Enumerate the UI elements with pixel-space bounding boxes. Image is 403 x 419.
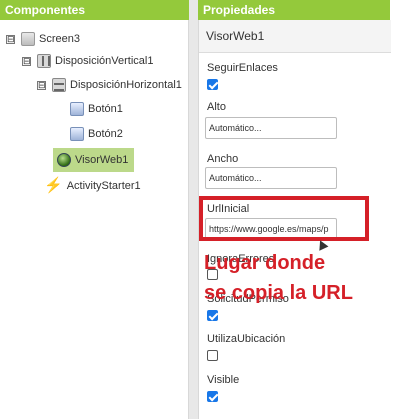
- tree-node-visorweb1-selected[interactable]: VisorWeb1: [53, 148, 135, 172]
- screen-icon: [21, 32, 35, 46]
- tree-node-activity-starter1[interactable]: ⚡ ActivityStarter1: [44, 177, 141, 195]
- panel-divider: [189, 0, 198, 419]
- annotation-line-2: se copia la URL: [204, 282, 353, 304]
- tree-node-boton1[interactable]: Botón1: [70, 100, 123, 118]
- button-icon: [70, 102, 84, 116]
- tree-node-disposicion-horizontal1[interactable]: ⊟ DisposiciónHorizontal1: [37, 76, 182, 94]
- seguir-enlaces-checkbox[interactable]: [207, 79, 218, 90]
- components-panel: ⊟ Screen3 ⊟ DisposiciónVertical1 ⊟ Dispo…: [0, 20, 189, 419]
- annotation-line-1: Lugar donde: [204, 252, 326, 274]
- tree-label: ActivityStarter1: [66, 180, 141, 192]
- prop-label-alto: Alto: [207, 101, 226, 113]
- collapse-toggle-icon[interactable]: ⊟: [22, 56, 31, 66]
- activity-starter-icon: ⚡: [44, 177, 63, 194]
- prop-label-seguir-enlaces: SeguirEnlaces: [207, 62, 278, 74]
- tree-label: DisposiciónVertical1: [55, 55, 154, 67]
- collapse-toggle-icon[interactable]: ⊟: [37, 80, 46, 90]
- webviewer-icon: [57, 153, 71, 167]
- prop-label-utiliza-ubicacion: UtilizaUbicación: [207, 333, 286, 345]
- tree-node-boton2[interactable]: Botón2: [70, 125, 123, 143]
- tree-label: VisorWeb1: [75, 154, 129, 166]
- tree-label: Botón1: [88, 103, 123, 115]
- annotation-text: Lugar donde se copia la URL: [204, 248, 394, 308]
- ancho-input[interactable]: Automático...: [205, 167, 337, 189]
- tree-label: Botón2: [88, 128, 123, 140]
- vertical-arrangement-icon: [37, 54, 51, 68]
- highlight-box: [199, 196, 369, 241]
- prop-label-visible: Visible: [207, 374, 240, 386]
- components-panel-header: Componentes: [0, 0, 189, 20]
- tree-label: DisposiciónHorizontal1: [70, 79, 182, 91]
- selected-component-name: VisorWeb1: [199, 20, 391, 53]
- tree-label: Screen3: [39, 33, 80, 45]
- utiliza-ubicacion-checkbox[interactable]: [207, 350, 218, 361]
- horizontal-arrangement-icon: [52, 78, 66, 92]
- visible-checkbox[interactable]: [207, 391, 218, 402]
- tree-node-disposicion-vertical1[interactable]: ⊟ DisposiciónVertical1: [22, 52, 153, 70]
- solicitud-permiso-checkbox[interactable]: [207, 310, 218, 321]
- button-icon: [70, 127, 84, 141]
- alto-input[interactable]: Automático...: [205, 117, 337, 139]
- collapse-toggle-icon[interactable]: ⊟: [6, 34, 15, 44]
- prop-label-ancho: Ancho: [207, 153, 239, 165]
- tree-node-screen3[interactable]: ⊟ Screen3: [6, 30, 80, 48]
- properties-panel-header: Propiedades: [198, 0, 390, 20]
